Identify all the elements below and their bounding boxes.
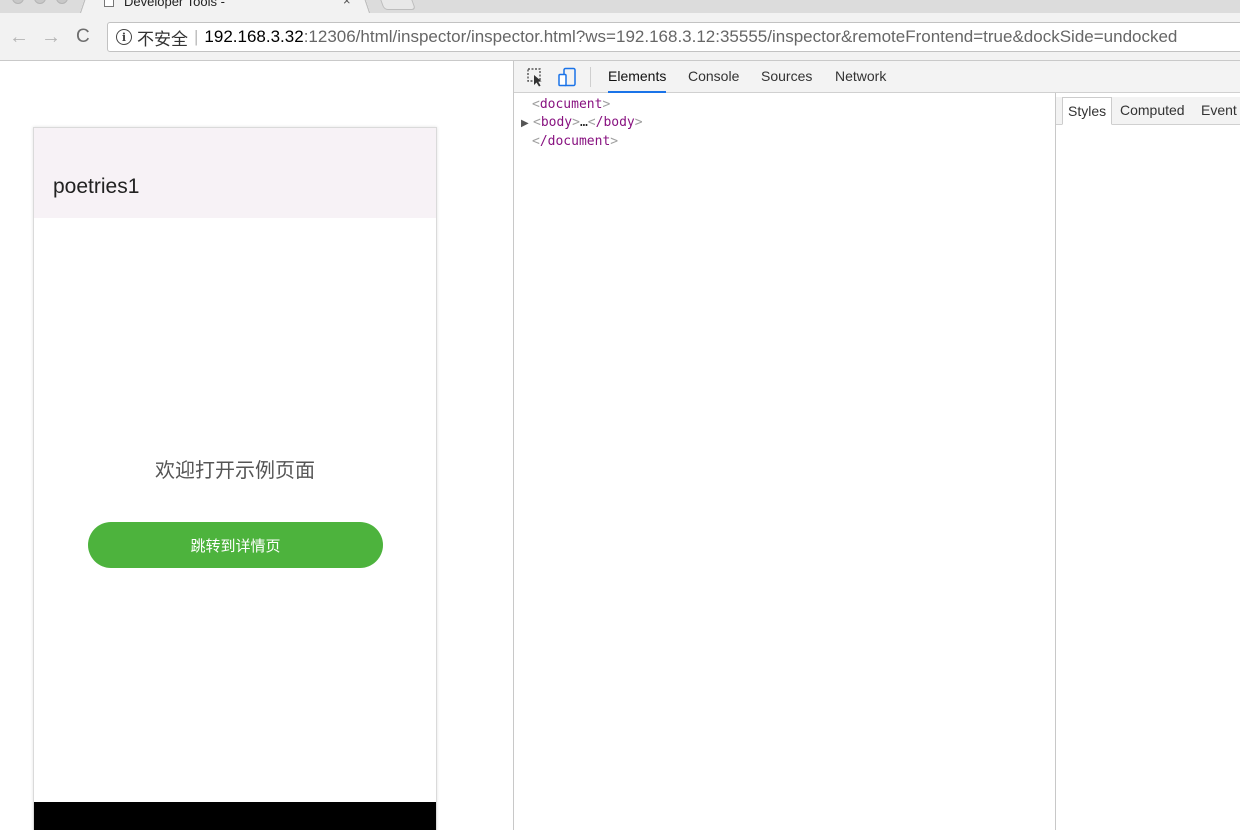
phone-navigation-bar [34,802,436,830]
address-bar[interactable]: i 不安全 | 192.168.3.32:12306/html/inspecto… [107,22,1240,52]
info-icon[interactable]: i [116,29,132,45]
inspect-element-icon[interactable] [526,67,546,87]
browser-toolbar: ← → C i 不安全 | 192.168.3.32:12306/html/in… [0,13,1240,61]
address-separator: | [194,27,199,46]
dom-node-document-open[interactable]: <document> [532,96,1055,114]
phone-screen: poetries1 欢迎打开示例页面 跳转到详情页 [33,127,437,830]
url-host: 192.168.3.32 [204,27,304,46]
tag-name: /body [595,115,635,130]
window-zoom-dot[interactable] [56,0,68,4]
devtools-tab-bar: Elements Console Sources Network [514,61,1240,93]
tag-name: document [539,97,603,112]
dom-node-document-close[interactable]: </document> [532,133,1055,151]
expand-triangle-icon[interactable]: ▶ [521,115,533,133]
styles-sidebar: Styles Computed Event [1055,93,1240,830]
welcome-text: 欢迎打开示例页面 [155,460,315,482]
tab-event-listeners[interactable]: Event [1201,97,1237,125]
tag-name: body [540,115,573,130]
window-close-dot[interactable] [12,0,24,4]
tab-elements[interactable]: Elements [608,61,667,93]
tag-name: /document [539,134,611,149]
tab-console[interactable]: Console [688,61,739,93]
forward-arrow-icon[interactable]: → [41,25,61,49]
devtools-toolbar-divider [590,67,591,87]
security-label[interactable]: 不安全 [137,25,188,50]
window-minimize-dot[interactable] [34,0,46,4]
app-title: poetries1 [53,175,140,198]
app-bar: poetries1 [34,128,436,218]
page-content: poetries1 欢迎打开示例页面 跳转到详情页 Elements Conso… [0,61,1240,830]
back-arrow-icon[interactable]: ← [9,25,29,49]
tab-sources[interactable]: Sources [761,61,812,93]
dom-node-body[interactable]: ▶ <body>…</body> [521,114,1055,133]
reload-icon[interactable]: C [76,25,90,49]
devtools-panel: Elements Console Sources Network <docume… [513,61,1240,830]
browser-tab-content: Developer Tools - [104,0,225,11]
sidebar-tab-bar: Styles Computed Event [1056,97,1240,125]
tab-network[interactable]: Network [835,61,886,93]
jump-to-detail-button[interactable]: 跳转到详情页 [88,522,383,568]
tab-styles[interactable]: Styles [1062,97,1113,125]
tab-close-icon[interactable]: × [343,0,351,11]
url-path: :12306/html/inspector/inspector.html?ws=… [303,27,1178,46]
dom-tree: <document> ▶ <body>…</body> </document> [514,93,1055,830]
new-tab-button[interactable] [375,0,417,10]
device-toolbar-icon[interactable] [557,67,577,87]
tab-computed[interactable]: Computed [1120,97,1185,125]
page-favicon-icon [104,0,114,7]
device-preview-area: poetries1 欢迎打开示例页面 跳转到详情页 [0,61,513,830]
browser-tab-title: Developer Tools - [124,0,225,9]
collapsed-ellipsis: … [579,115,588,130]
tab-strip: Developer Tools - × [0,0,1240,13]
